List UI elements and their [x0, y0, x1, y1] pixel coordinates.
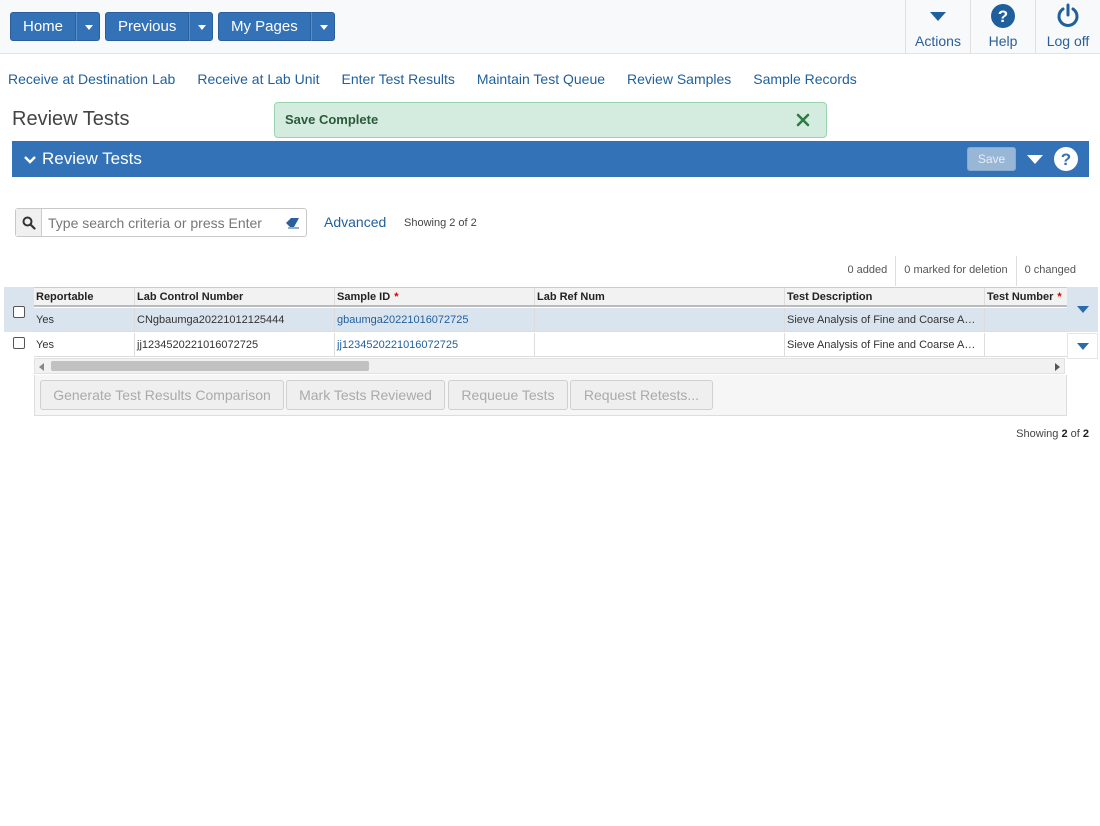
showing-count-top: Showing 2 of 2 — [404, 217, 477, 229]
nav-receive-destination-lab[interactable]: Receive at Destination Lab — [8, 71, 175, 87]
cell-lab-control-number: CNgbaumga20221012125444 — [134, 308, 334, 331]
my-pages-dropdown-caret[interactable] — [310, 12, 335, 41]
logoff-label: Log off — [1046, 33, 1090, 49]
required-asterisk-icon: * — [394, 291, 399, 303]
showing-of: of — [1070, 428, 1080, 440]
col-lab-ref-num[interactable]: Lab Ref Num — [534, 288, 784, 305]
power-icon — [1055, 2, 1081, 30]
cell-test-number — [984, 308, 1067, 331]
help-button[interactable]: ? Help — [970, 0, 1035, 54]
changed-count: 0 changed — [1015, 256, 1084, 286]
chevron-down-icon[interactable] — [24, 152, 36, 170]
requeue-tests-button[interactable]: Requeue Tests — [448, 380, 568, 410]
page-title: Review Tests — [12, 108, 130, 130]
search-input[interactable] — [42, 209, 280, 236]
cell-sample-id-link[interactable]: gbaumga20221016072725 — [334, 308, 534, 331]
top-actions: Actions ? Help Log off — [905, 0, 1100, 54]
my-pages-button-group: My Pages — [218, 12, 335, 41]
panel-help-icon[interactable]: ? — [1053, 146, 1079, 172]
top-toolbar: Home Previous My Pages Actions ? Help Lo… — [0, 0, 1100, 54]
previous-button-group: Previous — [105, 12, 214, 41]
grid-horizontal-scrollbar[interactable] — [34, 358, 1065, 374]
required-asterisk-icon: * — [1057, 291, 1062, 303]
search-box — [15, 208, 307, 237]
cell-lab-ref-num — [534, 333, 784, 356]
request-retests-button[interactable]: Request Retests... — [570, 380, 713, 410]
row-checkbox-2[interactable] — [13, 337, 25, 349]
page-nav-links: Receive at Destination Lab Receive at La… — [8, 71, 879, 87]
my-pages-button[interactable]: My Pages — [218, 12, 311, 41]
advanced-search-link[interactable]: Advanced — [324, 214, 386, 230]
logoff-button[interactable]: Log off — [1035, 0, 1100, 54]
review-tests-panel-header: Review Tests Save ? — [12, 141, 1089, 177]
col-test-number[interactable]: Test Number * — [984, 288, 1067, 305]
svg-text:?: ? — [998, 7, 1008, 26]
nav-sample-records[interactable]: Sample Records — [753, 71, 857, 87]
row-expand-arrow-1[interactable] — [1067, 287, 1098, 332]
grid-header-row: Reportable Lab Control Number Sample ID *… — [34, 287, 1067, 307]
showing-total: 2 — [1082, 428, 1089, 440]
panel-menu-caret-icon[interactable] — [1027, 155, 1043, 164]
deleted-count: 0 marked for deletion — [895, 256, 1015, 286]
help-label: Help — [988, 33, 1018, 49]
previous-dropdown-caret[interactable] — [189, 12, 214, 41]
previous-button[interactable]: Previous — [105, 12, 190, 41]
col-test-description[interactable]: Test Description — [784, 288, 984, 305]
cell-lab-ref-num — [534, 308, 784, 331]
mark-tests-reviewed-button[interactable]: Mark Tests Reviewed — [286, 380, 445, 410]
nav-receive-lab-unit[interactable]: Receive at Lab Unit — [197, 71, 319, 87]
showing-count-bottom: Showing 2 of 2 — [1016, 428, 1089, 440]
home-button-group: Home — [10, 12, 101, 41]
scroll-right-arrow-icon[interactable] — [1055, 363, 1060, 371]
cell-test-description: Sieve Analysis of Fine and Coarse Aggreg… — [784, 308, 984, 331]
nav-maintain-test-queue[interactable]: Maintain Test Queue — [477, 71, 605, 87]
showing-count: 2 — [1061, 428, 1068, 440]
scroll-left-arrow-icon[interactable] — [39, 363, 44, 371]
change-counters: 0 added 0 marked for deletion 0 changed — [840, 256, 1085, 286]
table-row[interactable]: Yes CNgbaumga20221012125444 gbaumga20221… — [34, 308, 1067, 332]
table-row[interactable]: Yes jj1234520221016072725 jj123452022101… — [34, 333, 1067, 357]
save-complete-toast: Save Complete — [274, 102, 827, 138]
row-expand-arrow-2[interactable] — [1067, 333, 1098, 359]
save-button[interactable]: Save — [967, 147, 1016, 171]
scrollbar-thumb[interactable] — [51, 361, 369, 371]
col-sample-id[interactable]: Sample ID * — [334, 288, 534, 305]
nav-review-samples[interactable]: Review Samples — [627, 71, 731, 87]
cell-test-description: Sieve Analysis of Fine and Coarse Aggreg… — [784, 333, 984, 356]
cell-lab-control-number: jj1234520221016072725 — [134, 333, 334, 356]
cell-reportable: Yes — [36, 314, 54, 326]
svg-text:?: ? — [1061, 150, 1071, 169]
help-icon: ? — [990, 2, 1016, 30]
home-dropdown-caret[interactable] — [76, 12, 101, 41]
cell-test-number — [984, 333, 1067, 356]
caret-down-icon — [929, 2, 947, 30]
col-reportable[interactable]: Reportable — [34, 288, 134, 305]
added-count: 0 added — [847, 264, 888, 276]
col-sample-id-label: Sample ID — [337, 291, 391, 303]
cell-reportable: Yes — [36, 339, 54, 351]
select-all-checkbox[interactable] — [13, 306, 25, 318]
generate-comparison-button[interactable]: Generate Test Results Comparison — [40, 380, 284, 410]
search-icon[interactable] — [16, 209, 42, 236]
showing-prefix: Showing — [1016, 428, 1059, 440]
nav-enter-test-results[interactable]: Enter Test Results — [342, 71, 455, 87]
actions-menu-button[interactable]: Actions — [905, 0, 970, 54]
col-lab-control-number[interactable]: Lab Control Number — [134, 288, 334, 305]
cell-sample-id-link[interactable]: jj1234520221016072725 — [334, 333, 534, 356]
col-test-number-label: Test Number — [987, 291, 1054, 303]
grid-action-bar: Generate Test Results Comparison Mark Te… — [34, 375, 1067, 416]
toast-message: Save Complete — [285, 112, 379, 127]
eraser-icon[interactable] — [280, 209, 306, 236]
actions-label: Actions — [915, 33, 961, 49]
home-button[interactable]: Home — [10, 12, 77, 41]
close-icon[interactable] — [794, 111, 812, 129]
panel-title[interactable]: Review Tests — [42, 149, 142, 169]
